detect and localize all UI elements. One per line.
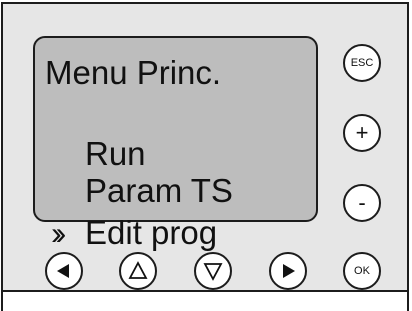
selection-cursor-icon: ›› — [51, 215, 67, 251]
menu-item-param-ts: Param TS — [85, 172, 233, 209]
esc-button[interactable]: ESC — [343, 44, 381, 82]
menu-item-edit-prog: Edit prog — [85, 214, 218, 251]
arrow-down-outline-icon — [203, 263, 223, 281]
ok-button[interactable]: OK — [343, 252, 381, 290]
ok-button-label: OK — [354, 265, 370, 277]
right-button[interactable] — [269, 252, 307, 290]
minus-button[interactable]: - — [343, 184, 381, 222]
minus-button-label: - — [358, 190, 366, 215]
arrow-right-filled-icon — [283, 264, 295, 278]
arrow-up-outline-icon — [128, 261, 148, 279]
menu-title: Menu Princ. — [45, 54, 222, 91]
up-button[interactable] — [119, 252, 157, 290]
esc-button-label: ESC — [350, 57, 374, 69]
panel-lower-edge — [1, 292, 409, 311]
menu-item-run: Run — [85, 135, 146, 172]
plus-button[interactable]: + — [343, 114, 381, 152]
left-button[interactable] — [45, 252, 83, 290]
plus-button-label: + — [355, 120, 369, 145]
arrow-left-filled-icon — [57, 264, 69, 278]
down-button[interactable] — [194, 252, 232, 290]
lcd-display: Menu Princ. Run Param TS ›› Edit prog — [33, 36, 318, 251]
